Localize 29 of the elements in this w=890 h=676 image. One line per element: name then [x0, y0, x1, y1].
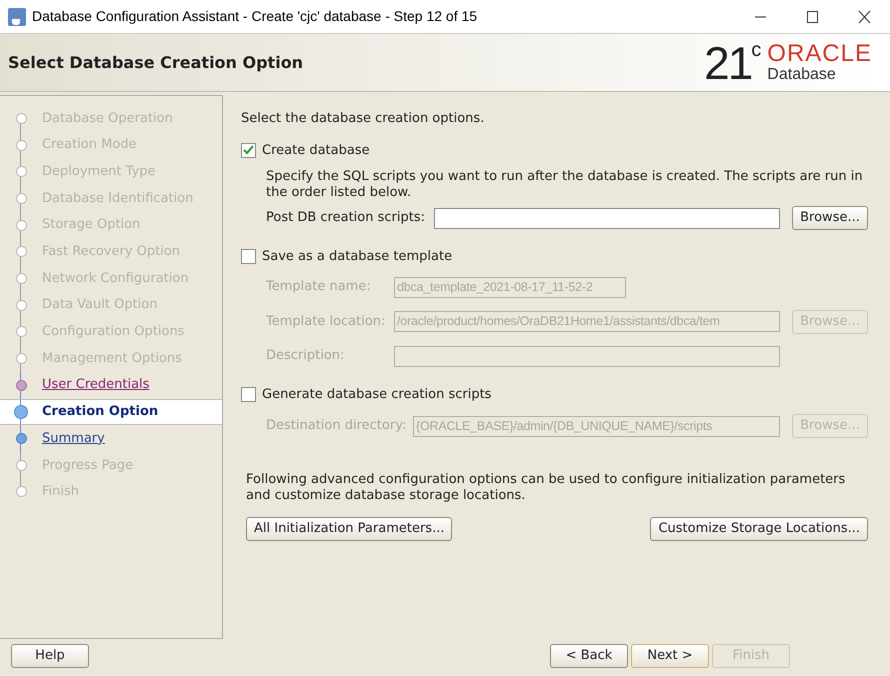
checkbox-label: Create database — [262, 142, 370, 160]
browse-button[interactable]: Browse... — [792, 206, 868, 230]
java-cup-icon — [8, 8, 26, 26]
checkbox[interactable] — [241, 386, 256, 402]
step-label[interactable]: Summary — [42, 428, 105, 448]
checkbox[interactable] — [241, 249, 256, 264]
instruction-text: Select the database creation options. — [241, 110, 486, 128]
maximize-icon[interactable] — [804, 10, 820, 24]
checkbox-label: Save as a database template — [262, 248, 452, 266]
wizard-button[interactable]: < Back — [550, 644, 628, 668]
field-label: Description: — [266, 347, 346, 366]
initialization-parameters-button[interactable]: All Initialization Parameters... — [246, 517, 452, 541]
description-text: Specify the SQL scripts you want to run after the database is created. The scripts are run in the order listed below. — [266, 169, 864, 201]
step-label[interactable]: User Credentials — [42, 375, 150, 395]
field-label: Template location: — [266, 312, 386, 331]
page-title: Select Database Creation Option — [8, 52, 304, 74]
wizard-button[interactable]: Next > — [631, 644, 709, 668]
field-label: Destination directory: — [266, 417, 408, 436]
step-label: Creation Option — [42, 403, 158, 422]
field-label: Template name: — [266, 278, 372, 296]
checkbox-label: Generate database creation scripts — [262, 386, 492, 404]
help-button[interactable]: Help — [11, 644, 89, 668]
window-title: Database Configuration Assistant - Create 'cjc' database - Step 12 of 15 — [32, 7, 478, 26]
close-icon[interactable] — [856, 10, 872, 24]
storage-locations-button[interactable]: Customize Storage Locations... — [650, 517, 868, 541]
field-label: Post DB creation scripts: — [266, 209, 426, 228]
advanced-options-text: Following advanced configuration options can be used to configure initialization parameters and customize database storage locations. — [245, 472, 846, 504]
input-field[interactable] — [434, 208, 780, 228]
checkbox[interactable] — [241, 142, 256, 158]
